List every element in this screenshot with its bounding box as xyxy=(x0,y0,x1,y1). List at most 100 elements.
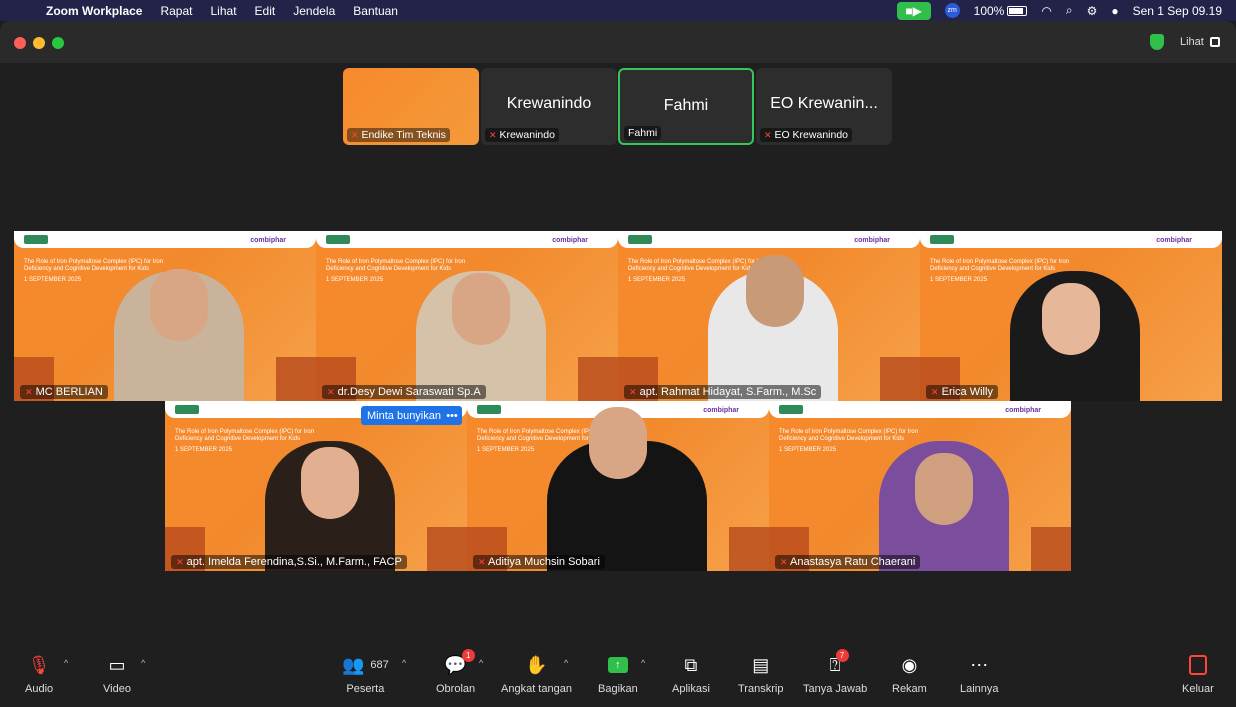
menu-rapat[interactable]: Rapat xyxy=(160,4,192,18)
video-options-caret[interactable]: ^ xyxy=(141,658,145,668)
strip-tile-fahmi[interactable]: Fahmi Fahmi xyxy=(618,68,754,145)
strip-tile-eo-krewanindo[interactable]: EO Krewanin... ✕ EO Krewanindo xyxy=(756,68,892,145)
person-face xyxy=(150,269,208,341)
person-face xyxy=(452,273,510,345)
qa-icon: ⍰ 7 xyxy=(830,649,849,677)
strip-tile-endike[interactable]: ✕ Endike Tim Teknis xyxy=(343,68,479,145)
participant-name: apt. Imelda Ferendina,S.Si., M.Farm., FA… xyxy=(186,556,402,568)
slide-header: combiphar xyxy=(618,231,920,248)
muted-mic-icon: ✕ xyxy=(176,557,184,567)
menu-lihat[interactable]: Lihat xyxy=(211,4,237,18)
chat-button[interactable]: 💬 1 Obrolan xyxy=(436,649,475,695)
control-center-icon[interactable]: ⚙ xyxy=(1087,4,1098,18)
participant-name: dr.Desy Dewi Saraswati Sp.A xyxy=(337,386,481,398)
chat-badge: 1 xyxy=(461,649,475,662)
record-button[interactable]: ◉ Rekam xyxy=(892,653,927,696)
siri-icon[interactable]: ● xyxy=(1111,4,1118,18)
transcript-button[interactable]: ▤ Transkrip xyxy=(738,653,783,696)
wifi-icon[interactable]: ◠ xyxy=(1041,4,1051,18)
camera-indicator-icon[interactable]: ■▶ xyxy=(896,1,931,20)
muted-mic-icon: ✕ xyxy=(629,387,637,397)
security-shield-icon[interactable] xyxy=(1150,34,1164,50)
muted-mic-icon: ✕ xyxy=(351,130,359,140)
decoration-right xyxy=(427,527,467,571)
participant-name: MC BERLIAN xyxy=(35,386,103,398)
participants-button[interactable]: 👥 687 Peserta xyxy=(342,653,389,696)
fullscreen-window-button[interactable] xyxy=(52,37,64,49)
share-button[interactable]: ↑ Bagikan xyxy=(598,653,638,695)
participants-options-caret[interactable]: ^ xyxy=(402,658,406,668)
transcript-icon: ▤ xyxy=(752,654,770,675)
muted-mic-icon: ✕ xyxy=(478,557,486,567)
muted-mic-icon: ✕ xyxy=(931,387,939,397)
muted-mic-icon: ✕ xyxy=(327,387,335,397)
record-icon: ◉ xyxy=(901,654,918,675)
video-tile-aditiya[interactable]: combiphar The Role of Iron Polymaltose C… xyxy=(467,401,769,571)
audio-button[interactable]: 🎙 Audio xyxy=(25,653,53,696)
more-options-button[interactable]: ••• xyxy=(442,406,462,425)
slide-thumbnail xyxy=(349,76,419,104)
brand-logo: combiphar xyxy=(854,237,890,244)
decoration-right xyxy=(1031,527,1071,571)
minimize-window-button[interactable] xyxy=(33,37,45,49)
muted-mic-icon: ✕ xyxy=(25,387,33,397)
person-face xyxy=(301,447,359,519)
apps-button[interactable]: ⧉ Aplikasi xyxy=(672,653,710,696)
app-name[interactable]: Zoom Workplace xyxy=(46,4,142,18)
ministry-logo-icon xyxy=(779,405,803,414)
ministry-logo-icon xyxy=(24,235,48,244)
video-tile-anastasya[interactable]: combiphar The Role of Iron Polymaltose C… xyxy=(769,401,1071,571)
raise-hand-button[interactable]: ✋ Angkat tangan xyxy=(501,653,572,696)
view-button[interactable]: Lihat xyxy=(1172,31,1228,53)
video-button[interactable]: ▭ Video xyxy=(103,653,131,696)
menu-bantuan[interactable]: Bantuan xyxy=(353,4,398,18)
reactions-options-caret[interactable]: ^ xyxy=(564,658,568,668)
strip-tile-krewanindo[interactable]: Krewanindo ✕ Krewanindo xyxy=(481,68,617,145)
more-button[interactable]: ⋯ Lainnya xyxy=(960,653,999,696)
person-face xyxy=(746,255,804,327)
more-icon: ⋯ xyxy=(970,654,989,675)
leave-button[interactable]: Keluar xyxy=(1182,653,1214,695)
close-window-button[interactable] xyxy=(14,37,26,49)
ask-to-unmute-button[interactable]: Minta bunyikan xyxy=(361,406,447,425)
person-face xyxy=(589,407,647,479)
decoration-right xyxy=(729,527,769,571)
menu-edit[interactable]: Edit xyxy=(255,4,276,18)
video-tile-rahmat[interactable]: combiphar The Role of Iron Polymaltose C… xyxy=(618,231,920,401)
brand-logo: combiphar xyxy=(250,237,286,244)
video-tile-desy[interactable]: combiphar The Role of Iron Polymaltose C… xyxy=(316,231,618,401)
battery-icon xyxy=(1007,6,1028,17)
grid-icon xyxy=(1209,37,1220,47)
chat-options-caret[interactable]: ^ xyxy=(479,658,483,668)
participant-name: Anastasya Ratu Chaerani xyxy=(790,556,916,568)
video-tile-mc-berlian[interactable]: combiphar The Role of Iron Polymaltose C… xyxy=(14,231,316,401)
battery-status[interactable]: 100% xyxy=(974,4,1028,18)
qa-button[interactable]: ⍰ 7 Tanya Jawab xyxy=(803,649,867,695)
spotlight-search-icon[interactable]: ⌕ xyxy=(1066,3,1073,18)
ministry-logo-icon xyxy=(175,405,199,414)
participant-name: Aditiya Muchsin Sobari xyxy=(488,556,600,568)
apps-icon: ⧉ xyxy=(684,654,698,675)
person-face xyxy=(1042,283,1100,355)
meeting-toolbar: 🎙 Audio ^ ▭ Video ^ 👥 687 Peserta ^ 💬 1 Ob… xyxy=(0,643,1236,707)
zoom-status-icon[interactable]: zm xyxy=(944,3,960,18)
muted-mic-icon: ✕ xyxy=(780,557,788,567)
share-options-caret[interactable]: ^ xyxy=(641,658,645,668)
clock[interactable]: Sen 1 Sep 09.19 xyxy=(1133,4,1222,18)
strip-name: EO Krewanindo xyxy=(774,129,849,141)
decoration-right xyxy=(880,357,920,401)
decoration-right xyxy=(578,357,618,401)
brand-logo: combiphar xyxy=(552,237,588,244)
muted-microphone-icon: 🎙 xyxy=(27,654,51,675)
menu-bar: Zoom Workplace Rapat Lihat Edit Jendela … xyxy=(0,0,1236,21)
slide-header: combiphar xyxy=(920,231,1222,248)
strip-display-name: EO Krewanin... xyxy=(770,95,878,112)
title-bar: Lihat xyxy=(0,21,1236,63)
video-tile-imelda[interactable]: combiphar The Role of Iron Polymaltose C… xyxy=(165,401,467,571)
brand-logo: combiphar xyxy=(1156,237,1192,244)
leave-icon xyxy=(1188,655,1207,675)
menu-jendela[interactable]: Jendela xyxy=(293,4,335,18)
participants-count: 687 xyxy=(370,659,389,671)
video-tile-erica[interactable]: combiphar The Role of Iron Polymaltose C… xyxy=(920,231,1222,401)
audio-options-caret[interactable]: ^ xyxy=(64,658,68,668)
